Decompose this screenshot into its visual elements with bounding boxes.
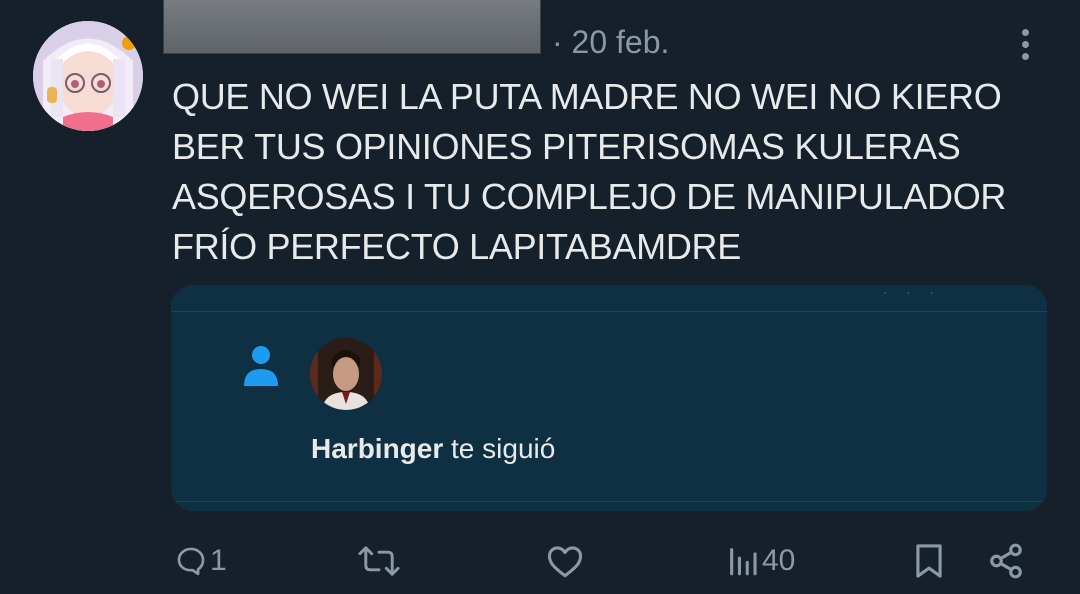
tweet-text: QUE NO WEI LA PUTA MADRE NO WEI NO KIERO… [172,76,1007,267]
follow-notification-text: Harbinger te siguió [311,431,555,467]
attached-image[interactable]: · · · Harbinger te siguió [171,285,1047,511]
follow-action-text: te siguió [443,433,556,464]
repost-icon [357,543,401,579]
tweet[interactable]: · 20 feb. QUE NO WEI LA PUTA MADRE NO WE… [0,0,1080,594]
repost-button[interactable] [357,533,403,589]
reply-count: 1 [210,544,227,577]
tweet-actions: 1 40 [0,533,1080,589]
follower-name: Harbinger [311,433,444,464]
views-icon [726,544,760,578]
follower-avatar[interactable] [310,338,382,410]
reply-icon [174,544,208,578]
person-icon [241,343,281,387]
reply-button[interactable]: 1 [174,533,227,589]
card-divider-bottom [171,501,1047,502]
tweet-timestamp[interactable]: · 20 feb. [552,22,669,62]
like-button[interactable] [545,533,587,589]
share-button[interactable] [986,533,1026,589]
card-divider-top [171,311,1047,312]
redacted-author-name [163,0,541,54]
share-icon [986,542,1026,580]
like-icon [545,543,585,579]
views-count: 40 [762,544,796,577]
bookmark-icon [912,542,946,580]
more-icon[interactable] [1005,22,1045,66]
bookmark-button[interactable] [912,533,946,589]
views-button[interactable]: 40 [726,533,795,589]
faint-dots-decoration: · · · [883,285,942,299]
